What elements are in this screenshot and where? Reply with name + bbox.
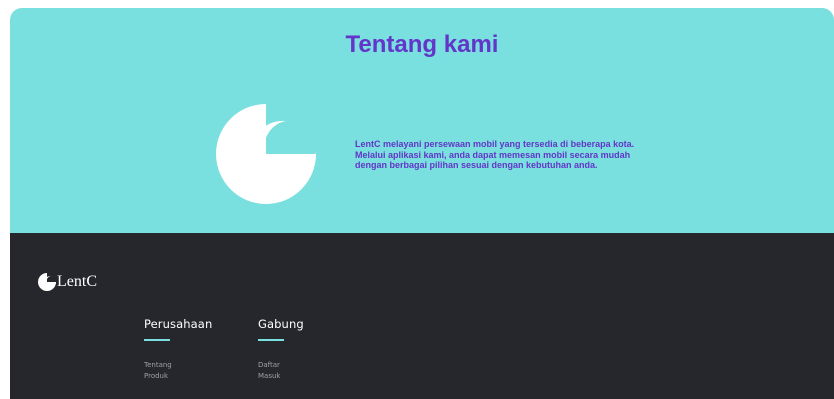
footer-links: Tentang Produk	[144, 360, 212, 382]
column-title-underline	[258, 339, 284, 341]
about-description-line: Melalui aplikasi kami, anda dapat memesa…	[355, 149, 631, 160]
moon-logo-icon	[38, 273, 56, 291]
brand-name: LentC	[57, 273, 97, 290]
column-title-underline	[144, 339, 170, 341]
about-description-line: dengan berbagai pilihan sesuai dengan ke…	[355, 160, 598, 170]
footer: LentC Perusahaan Tentang Produk Gabung D…	[10, 233, 834, 399]
footer-column-title: Gabung	[258, 317, 304, 331]
about-description-line: LentC melayani persewaan mobil yang ters…	[355, 139, 635, 149]
footer-column-join: Gabung Daftar Masuk	[258, 317, 304, 382]
footer-link-tentang[interactable]: Tentang	[144, 360, 212, 371]
about-description: LentC melayani persewaan mobil yang ters…	[355, 139, 685, 171]
page-frame: Tentang kami LentC melayani persewaan mo…	[10, 8, 834, 399]
about-title: Tentang kami	[345, 31, 499, 58]
footer-column-title: Perusahaan	[144, 317, 213, 331]
footer-link-masuk[interactable]: Masuk	[258, 371, 304, 382]
footer-column-company: Perusahaan Tentang Produk	[144, 317, 212, 382]
footer-link-daftar[interactable]: Daftar	[258, 360, 304, 371]
footer-links: Daftar Masuk	[258, 360, 304, 382]
footer-brand[interactable]: LentC	[38, 273, 97, 291]
about-section: Tentang kami LentC melayani persewaan mo…	[10, 8, 834, 233]
footer-link-produk[interactable]: Produk	[144, 371, 212, 382]
moon-logo-icon	[216, 104, 316, 204]
